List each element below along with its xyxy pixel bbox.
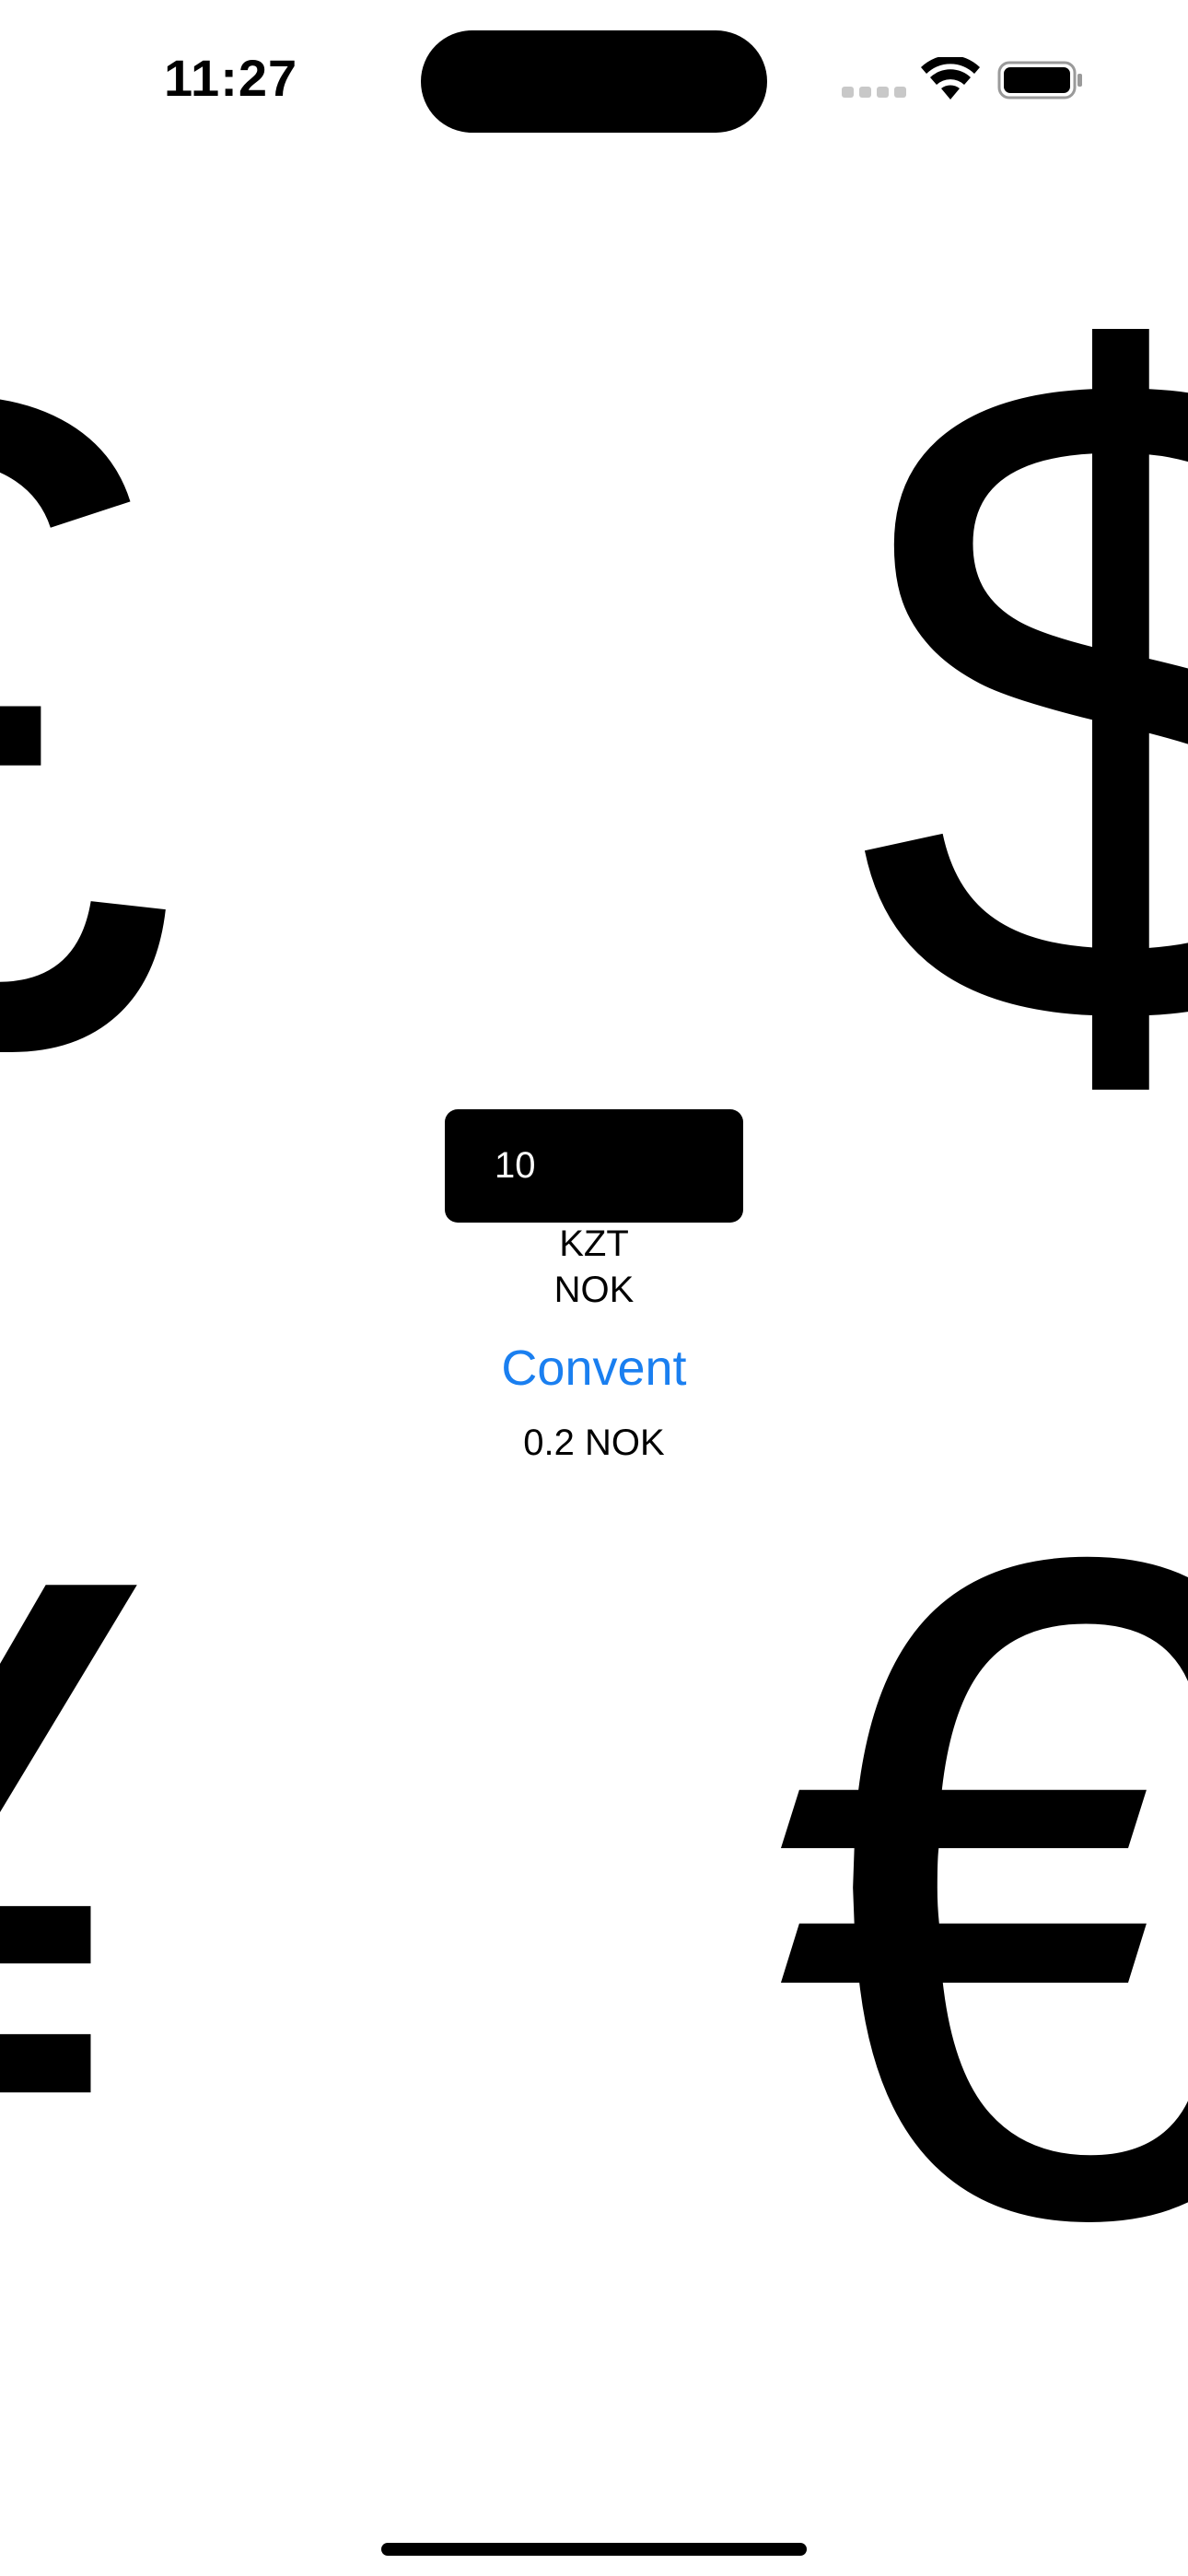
battery-icon bbox=[997, 61, 1082, 100]
cellular-signal-icon bbox=[842, 85, 906, 98]
to-currency-picker[interactable]: NOK bbox=[0, 1270, 1188, 1311]
from-currency-picker[interactable]: KZT bbox=[0, 1224, 1188, 1265]
wifi-icon bbox=[921, 57, 980, 100]
amount-input[interactable]: 10 bbox=[445, 1109, 743, 1223]
dollar-symbol-decoration: $ bbox=[855, 175, 1188, 1224]
home-indicator[interactable] bbox=[381, 2543, 807, 2556]
convert-button[interactable]: Convent bbox=[0, 1340, 1188, 1397]
euro-symbol-decoration: € bbox=[774, 1364, 1188, 2413]
conversion-result: 0.2 NOK bbox=[523, 1423, 665, 1463]
status-time: 11:27 bbox=[164, 49, 298, 107]
yen-symbol-decoration: ¥ bbox=[0, 1437, 135, 2377]
pound-symbol-decoration: £ bbox=[0, 258, 181, 1198]
app-screen: 11:27 £ $ ¥ € 10 KZT NOK Convent 0.2 NOK bbox=[0, 0, 1188, 2576]
dynamic-island bbox=[421, 30, 767, 133]
